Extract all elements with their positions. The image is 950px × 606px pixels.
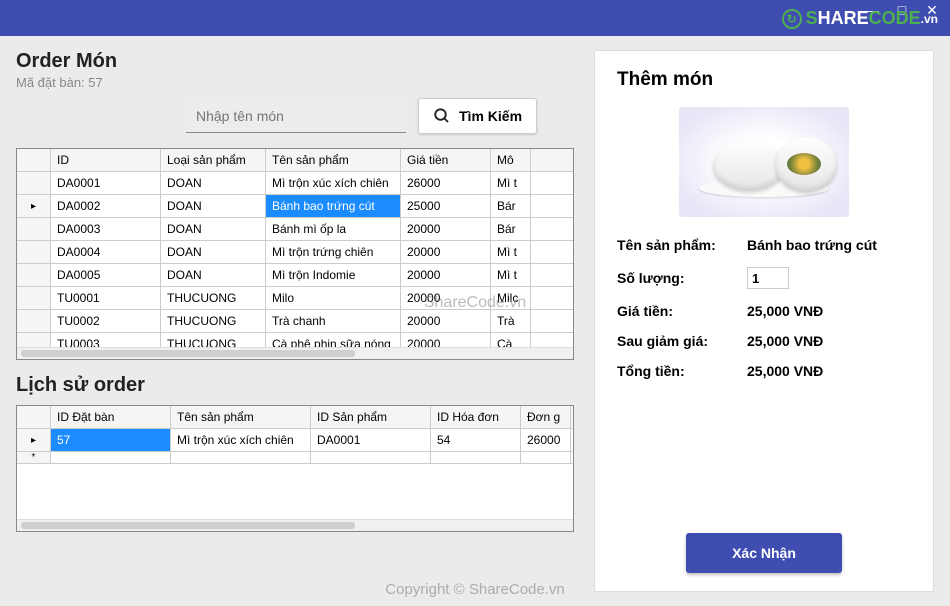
table-row[interactable]: TU0001THUCUONGMilo20000Milc	[17, 287, 573, 310]
label-qty: Số lượng:	[617, 270, 747, 286]
hcol-product[interactable]: ID Sản phẩm	[311, 406, 431, 428]
products-grid[interactable]: ID Loại sản phẩm Tên sản phẩm Giá tiền M…	[16, 148, 574, 360]
table-row[interactable]: DA0001DOANMì trộn xúc xích chiên26000Mì …	[17, 172, 573, 195]
history-grid[interactable]: ID Đặt bàn Tên sản phẩm ID Sản phẩm ID H…	[16, 405, 574, 532]
value-total: 25,000 VNĐ	[747, 363, 911, 379]
sharecode-logo: ↻ SHARECODE.vn	[782, 8, 938, 29]
row-header	[17, 264, 51, 286]
product-image	[679, 107, 849, 217]
row-header	[17, 241, 51, 263]
booking-id-label: Mã đặt bàn: 57	[16, 75, 574, 90]
history-title: Lịch sử order	[16, 374, 574, 397]
col-price[interactable]: Giá tiền	[401, 149, 491, 171]
table-row[interactable]: TU0002THUCUONGTrà chanh20000Trà	[17, 310, 573, 333]
confirm-button[interactable]: Xác Nhận	[686, 533, 842, 573]
hcol-invoice[interactable]: ID Hóa đơn	[431, 406, 521, 428]
label-total: Tổng tiền:	[617, 363, 747, 379]
hcol-name[interactable]: Tên sản phẩm	[171, 406, 311, 428]
col-name[interactable]: Tên sản phẩm	[266, 149, 401, 171]
row-header	[17, 218, 51, 240]
label-name: Tên sản phẩm:	[617, 237, 747, 253]
row-header: ▸	[17, 195, 51, 217]
table-row[interactable]: DA0003DOANBánh mì ốp la20000Bár	[17, 218, 573, 241]
table-row[interactable]: DA0005DOANMì trộn Indomie20000Mì t	[17, 264, 573, 287]
order-title: Order Món	[16, 50, 574, 73]
recycle-icon: ↻	[782, 9, 802, 29]
table-row[interactable]: ▸DA0002DOANBánh bao trứng cút25000Bár	[17, 195, 573, 218]
hcol-price[interactable]: Đơn g	[521, 406, 571, 428]
col-id[interactable]: ID	[51, 149, 161, 171]
table-row[interactable]: DA0004DOANMì trộn trứng chiên20000Mì t	[17, 241, 573, 264]
hcol-booking[interactable]: ID Đặt bàn	[51, 406, 171, 428]
new-row[interactable]: *	[17, 452, 573, 464]
label-price: Giá tiền:	[617, 303, 747, 319]
horizontal-scrollbar[interactable]	[17, 347, 573, 359]
search-input[interactable]	[186, 99, 406, 133]
table-row[interactable]: ▸57Mì trộn xúc xích chiênDA00015426000	[17, 429, 573, 452]
value-discounted: 25,000 VNĐ	[747, 333, 911, 349]
table-row[interactable]: TU0003THUCUONGCà phê phin sữa nóng20000C…	[17, 333, 573, 347]
add-item-panel: Thêm món Tên sản phẩm: Bánh bao trứng cú…	[594, 50, 934, 592]
row-header: ▸	[17, 429, 51, 451]
label-discounted: Sau giảm giá:	[617, 333, 747, 349]
horizontal-scrollbar[interactable]	[17, 519, 573, 531]
row-header	[17, 333, 51, 347]
row-header	[17, 310, 51, 332]
search-icon	[433, 107, 451, 125]
search-button[interactable]: Tìm Kiếm	[418, 98, 537, 134]
row-header	[17, 172, 51, 194]
add-item-title: Thêm món	[617, 69, 911, 91]
quantity-input[interactable]	[747, 267, 789, 289]
value-price: 25,000 VNĐ	[747, 303, 911, 319]
row-header	[17, 287, 51, 309]
value-name: Bánh bao trứng cút	[747, 237, 911, 253]
col-desc[interactable]: Mô	[491, 149, 531, 171]
col-type[interactable]: Loại sản phẩm	[161, 149, 266, 171]
